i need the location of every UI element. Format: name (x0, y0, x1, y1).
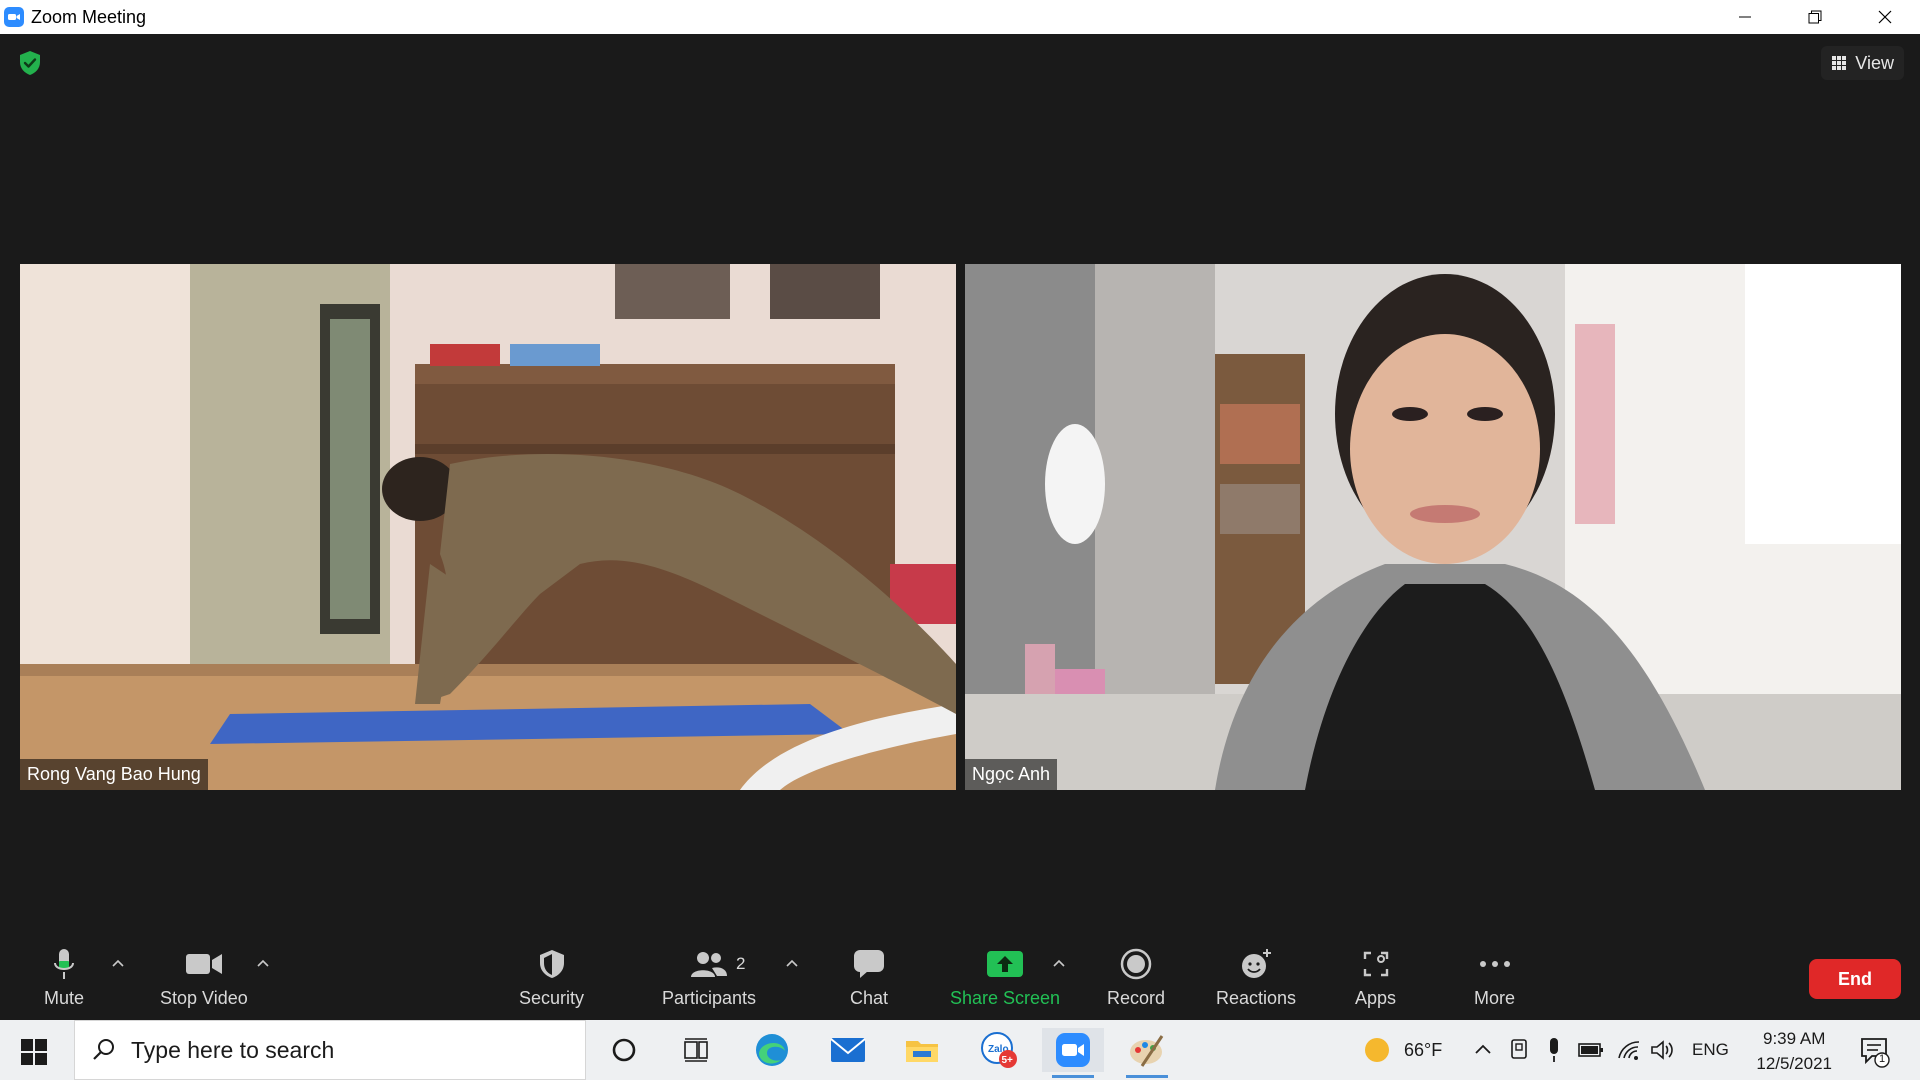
search-input[interactable] (131, 1036, 551, 1064)
reactions-label: Reactions (1216, 988, 1297, 1008)
weather-widget[interactable]: 66°F (1362, 1020, 1442, 1080)
weather-temperature: 66°F (1404, 1039, 1443, 1060)
restore-button[interactable] (1780, 0, 1850, 34)
mute-label: Mute (44, 988, 85, 1008)
battery-icon[interactable] (1578, 1040, 1604, 1060)
video-camera-icon (185, 954, 222, 974)
security-button[interactable]: Security (519, 944, 584, 1009)
zalo-app[interactable]: Zalo 5+ (968, 1028, 1030, 1072)
windows-taskbar: Zalo 5+ 66°F ENG 9:39 AM 12/5/2021 (0, 1020, 1920, 1080)
microphone-icon (54, 949, 75, 979)
window-controls (1710, 0, 1920, 34)
participant-video-2 (965, 264, 1901, 790)
cortana-circle-icon (612, 1038, 636, 1062)
view-button[interactable]: View (1821, 46, 1904, 80)
smiley-plus-icon (1242, 949, 1272, 978)
grid-icon (1832, 56, 1847, 70)
meeting-stage: View Rong Vang Bao Hung Ngọc Anh (0, 34, 1920, 946)
zalo-badge: 5+ (1002, 1055, 1014, 1066)
notification-icon (1861, 1038, 1890, 1068)
audio-options-caret-icon[interactable] (110, 956, 126, 972)
participant-video-1 (20, 264, 956, 790)
search-icon (93, 1039, 114, 1060)
close-button[interactable] (1850, 0, 1920, 34)
minimize-button[interactable] (1710, 0, 1780, 34)
file-explorer-app[interactable] (891, 1028, 953, 1072)
windows-start-icon[interactable] (20, 1038, 48, 1066)
record-label: Record (1107, 988, 1166, 1008)
view-label: View (1855, 52, 1894, 73)
paint-palette-icon (1130, 1035, 1164, 1067)
share-screen-button[interactable]: Share Screen (950, 944, 1060, 1009)
notification-count: 1 (1879, 1053, 1886, 1065)
end-meeting-button[interactable]: End (1809, 959, 1901, 999)
mute-button[interactable]: Mute (44, 944, 84, 1009)
share-screen-icon (987, 951, 1024, 977)
window-title: Zoom Meeting (31, 6, 147, 27)
zoom-icon (1056, 1033, 1090, 1067)
record-button[interactable]: Record (1107, 944, 1165, 1009)
security-shield-icon (539, 950, 564, 978)
device-icon[interactable] (1508, 1037, 1530, 1063)
chat-bubble-icon (854, 950, 885, 978)
chat-button[interactable]: Chat (850, 944, 888, 1009)
task-view-icon (684, 1038, 708, 1062)
zalo-icon: Zalo 5+ (981, 1032, 1017, 1068)
taskbar-search[interactable] (74, 1020, 586, 1080)
video-tile-1[interactable]: Rong Vang Bao Hung (20, 264, 956, 790)
security-label: Security (519, 988, 585, 1008)
mail-app[interactable] (817, 1028, 879, 1072)
wifi-icon[interactable] (1616, 1038, 1642, 1062)
edge-browser-icon (756, 1034, 788, 1066)
notification-center-button[interactable]: 1 (1858, 1034, 1892, 1068)
zoom-taskbar-app[interactable] (1042, 1028, 1104, 1078)
share-options-caret-icon[interactable] (1051, 956, 1067, 972)
apps-button[interactable]: Apps (1355, 944, 1396, 1009)
restore-icon (1808, 10, 1822, 24)
encryption-shield-icon[interactable] (18, 50, 42, 76)
taskbar-clock[interactable]: 9:39 AM 12/5/2021 (1756, 1026, 1832, 1076)
close-icon (1878, 10, 1892, 24)
cortana-button[interactable] (593, 1028, 655, 1072)
participant-name-tag: Rong Vang Bao Hung (20, 759, 208, 790)
clock-date: 12/5/2021 (1756, 1054, 1832, 1073)
video-options-caret-icon[interactable] (255, 956, 271, 972)
input-language[interactable]: ENG (1692, 1020, 1729, 1080)
meeting-toolbar: Mute Stop Video Security Participants 2 … (0, 934, 1920, 1020)
stop-video-label: Stop Video (160, 988, 248, 1008)
stop-video-button[interactable]: Stop Video (160, 944, 248, 1009)
task-view-button[interactable] (665, 1028, 727, 1072)
clock-time: 9:39 AM (1762, 1029, 1826, 1048)
minimize-icon (1739, 16, 1751, 18)
zoom-app-icon (4, 7, 24, 27)
edge-app[interactable] (741, 1028, 803, 1072)
share-screen-label: Share Screen (950, 988, 1061, 1008)
paint-app[interactable] (1116, 1028, 1178, 1078)
more-button[interactable]: More (1474, 944, 1515, 1009)
ellipsis-icon (1479, 961, 1510, 967)
chat-label: Chat (850, 988, 889, 1008)
participants-label: Participants (662, 988, 757, 1008)
apps-icon (1363, 951, 1388, 977)
sun-icon (1365, 1038, 1389, 1062)
mail-envelope-icon (830, 1038, 866, 1062)
microphone-tray-icon[interactable] (1544, 1036, 1564, 1064)
show-hidden-icons-chevron-icon[interactable] (1473, 1040, 1493, 1060)
volume-icon[interactable] (1650, 1038, 1676, 1062)
more-label: More (1474, 988, 1516, 1008)
participant-name-tag: Ngọc Anh (965, 759, 1058, 790)
apps-label: Apps (1355, 988, 1397, 1008)
participants-count: 2 (736, 954, 746, 973)
video-tile-2[interactable]: Ngọc Anh (965, 264, 1901, 790)
reactions-button[interactable]: Reactions (1216, 944, 1296, 1009)
participants-icon (691, 952, 728, 977)
record-icon (1120, 948, 1152, 980)
folder-icon (906, 1041, 938, 1062)
participants-options-caret-icon[interactable] (784, 956, 800, 972)
title-bar: Zoom Meeting (0, 0, 1920, 34)
